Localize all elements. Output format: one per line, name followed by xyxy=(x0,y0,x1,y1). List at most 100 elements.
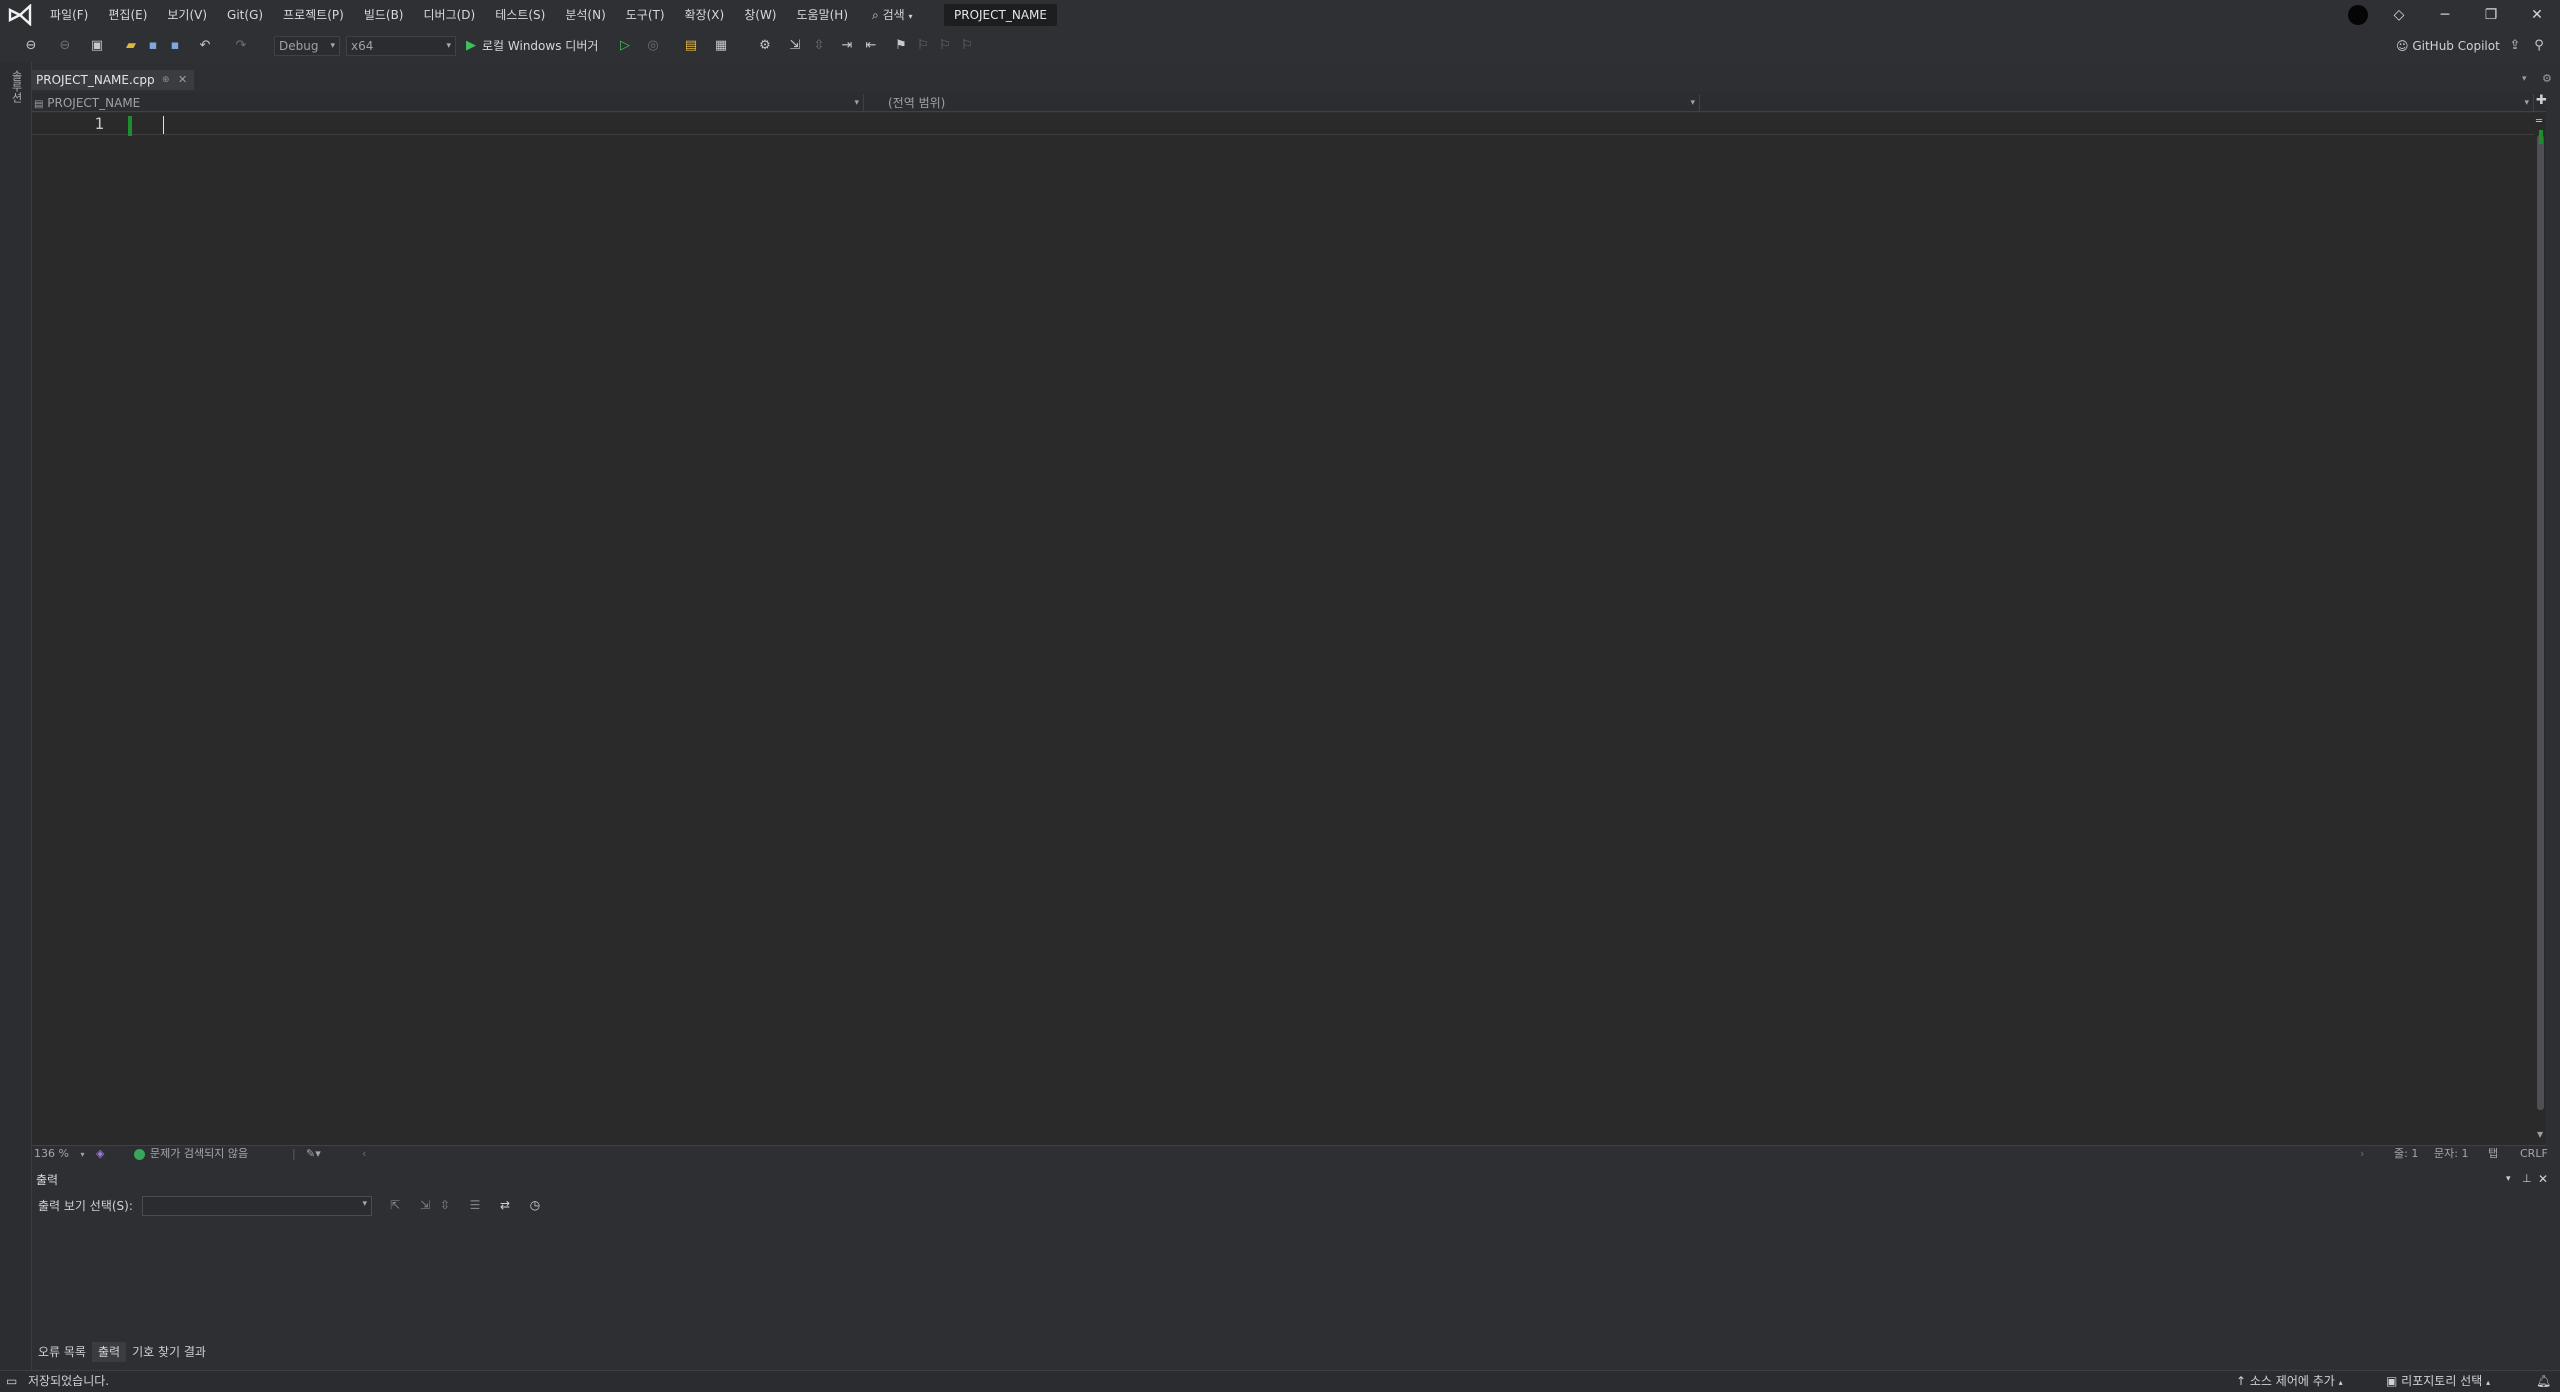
vs-logo-icon[interactable] xyxy=(8,4,32,26)
step-over-icon[interactable]: ⇳ xyxy=(810,37,828,55)
settings-icon[interactable]: ⚙ xyxy=(2542,72,2552,85)
window-layout-icon[interactable]: ▦ xyxy=(712,37,730,55)
tab-find-symbol-results[interactable]: 기호 찾기 결과 xyxy=(126,1342,212,1362)
scope-dropdown[interactable]: (전역 범위) ▾ xyxy=(870,94,1700,112)
goto-prev-message-icon[interactable]: ⇱ xyxy=(386,1198,404,1214)
clear-bookmarks-icon[interactable]: ⚐ xyxy=(958,37,976,55)
project-name-badge: PROJECT_NAME xyxy=(944,4,1057,26)
scroll-left-icon[interactable]: ‹ xyxy=(362,1146,366,1162)
arrow-up-icon: ↑ xyxy=(2236,1374,2247,1388)
platform-value: x64 xyxy=(351,39,374,53)
save-icon[interactable]: ▪ xyxy=(144,37,162,55)
output-content[interactable] xyxy=(32,1222,2546,1342)
copilot-edit-icon[interactable]: ◈ xyxy=(96,1146,104,1162)
zoom-select[interactable]: 136 % ▾ xyxy=(34,1146,90,1162)
prev-bookmark-icon[interactable]: ⚐ xyxy=(914,37,932,55)
share-icon[interactable]: ⇪ xyxy=(2506,37,2524,55)
run-without-debug-icon[interactable]: ▷ xyxy=(616,37,634,55)
menu-git[interactable]: Git(G) xyxy=(217,0,273,30)
chevron-down-icon: ▾ xyxy=(2524,98,2529,108)
member-dropdown[interactable]: ▾ xyxy=(1704,94,2534,112)
copilot-button[interactable]: ☺ GitHub Copilot xyxy=(2396,36,2500,56)
goto-next-message-icon[interactable]: ⇲ xyxy=(416,1198,434,1214)
redo-icon[interactable]: ↷ xyxy=(232,37,250,55)
menu-file[interactable]: 파일(F) xyxy=(40,0,98,30)
word-wrap-icon[interactable]: ⇄ xyxy=(496,1198,514,1214)
pin-panel-icon[interactable]: ⊥ xyxy=(2522,1172,2532,1185)
menu-view[interactable]: 보기(V) xyxy=(157,0,217,30)
run-debugger-button[interactable]: 로컬 Windows 디버거 xyxy=(482,36,598,56)
close-button[interactable]: ✕ xyxy=(2522,4,2552,26)
output-source-select[interactable]: ▾ xyxy=(142,1196,372,1216)
scrollbar-thumb[interactable] xyxy=(2537,135,2544,1110)
feedback-icon[interactable]: ◇ xyxy=(2384,4,2414,26)
save-all-icon[interactable]: ▪ xyxy=(166,37,184,55)
code-editor[interactable] xyxy=(32,113,2534,1145)
close-tab-icon[interactable]: ✕ xyxy=(178,70,187,90)
menu-extensions[interactable]: 확장(X) xyxy=(675,0,735,30)
menu-project[interactable]: 프로젝트(P) xyxy=(273,0,354,30)
menu-window[interactable]: 창(W) xyxy=(734,0,786,30)
config-select[interactable]: Debug ▾ xyxy=(274,36,340,56)
source-control-button[interactable]: ↑ 소스 제어에 추가 ▴ xyxy=(2236,1372,2343,1390)
close-panel-icon[interactable]: ✕ xyxy=(2538,1172,2548,1186)
pin-icon[interactable]: ⊕ xyxy=(162,70,170,90)
extension-icon[interactable]: ⚙ xyxy=(756,37,774,55)
split-handle-icon[interactable]: ═ xyxy=(2536,116,2542,127)
panel-menu-icon[interactable]: ▾ xyxy=(2506,1174,2511,1184)
split-editor-icon[interactable]: ✚ xyxy=(2536,93,2547,108)
open-folder-icon[interactable]: ▰ xyxy=(122,37,140,55)
menu-help[interactable]: 도움말(H) xyxy=(787,0,859,30)
solution-explorer-tab[interactable]: 솔루션 xyxy=(8,70,24,103)
menu-debug[interactable]: 디버그(D) xyxy=(414,0,486,30)
clear-all-icon[interactable]: ☰ xyxy=(466,1198,484,1214)
next-bookmark-icon[interactable]: ⚐ xyxy=(936,37,954,55)
scroll-down-icon[interactable]: ▼ xyxy=(2537,1130,2543,1139)
repository-button[interactable]: ▣ 리포지토리 선택 ▴ xyxy=(2386,1372,2490,1390)
char-indicator[interactable]: 문자: 1 xyxy=(2434,1146,2468,1162)
menu-build[interactable]: 빌드(B) xyxy=(354,0,414,30)
outdent-icon[interactable]: ⇤ xyxy=(862,37,880,55)
timestamp-icon[interactable]: ◷ xyxy=(526,1198,544,1214)
code-cleanup-icon[interactable]: ✎▾ xyxy=(306,1146,321,1162)
forward-icon[interactable]: ⊖ xyxy=(56,37,74,55)
document-tab[interactable]: PROJECT_NAME.cpp ⊕ ✕ xyxy=(32,70,194,90)
tab-output[interactable]: 출력 xyxy=(91,1342,127,1362)
restore-button[interactable]: ❐ xyxy=(2476,4,2506,26)
play-icon[interactable]: ▶ xyxy=(462,37,480,55)
new-project-icon[interactable]: ▣ xyxy=(88,37,106,55)
menu-test[interactable]: 테스트(S) xyxy=(485,0,555,30)
indent-icon[interactable]: ⇥ xyxy=(838,37,856,55)
minimize-button[interactable]: ─ xyxy=(2430,4,2460,26)
menu-analyze[interactable]: 분석(N) xyxy=(555,0,615,30)
chevron-down-icon: ▾ xyxy=(908,12,913,21)
menu-edit[interactable]: 편집(E) xyxy=(98,0,157,30)
platform-select[interactable]: x64 ▾ xyxy=(346,36,456,56)
line-indicator[interactable]: 줄: 1 xyxy=(2394,1146,2418,1162)
eol-indicator[interactable]: CRLF xyxy=(2520,1146,2548,1162)
avatar[interactable] xyxy=(2348,5,2368,25)
repository-label: 리포지토리 선택 xyxy=(2401,1374,2483,1388)
find-message-icon[interactable]: ⇳ xyxy=(436,1198,454,1214)
tab-list-icon[interactable]: ▾ xyxy=(2522,74,2527,84)
editor-status-row xyxy=(32,1145,2546,1163)
solution-explorer-icon[interactable]: ▤ xyxy=(682,37,700,55)
back-icon[interactable]: ⊖ xyxy=(22,37,40,55)
search-icon: ⌕ xyxy=(872,8,879,22)
hot-reload-icon[interactable]: ◎ xyxy=(644,37,662,55)
indent-indicator[interactable]: 탭 xyxy=(2488,1146,2498,1162)
step-icon[interactable]: ⇲ xyxy=(786,37,804,55)
issues-status[interactable]: 문제가 검색되지 않음 xyxy=(150,1146,248,1162)
menu-tools[interactable]: 도구(T) xyxy=(616,0,675,30)
account-icon[interactable]: ⚲ xyxy=(2530,37,2548,55)
tab-error-list[interactable]: 오류 목록 xyxy=(32,1342,92,1362)
scroll-right-icon[interactable]: › xyxy=(2360,1146,2364,1162)
undo-icon[interactable]: ↶ xyxy=(196,37,214,55)
divider: | xyxy=(292,1147,296,1160)
copilot-label: GitHub Copilot xyxy=(2412,39,2500,53)
bookmark-icon[interactable]: ⚑ xyxy=(892,37,910,55)
project-dropdown[interactable]: ▤ PROJECT_NAME ▾ xyxy=(34,94,864,112)
bell-icon[interactable]: 🔔︎ xyxy=(2536,1372,2551,1390)
search-button[interactable]: ⌕ 검색 ▾ xyxy=(866,4,919,26)
chevron-down-icon: ▾ xyxy=(362,1199,367,1209)
